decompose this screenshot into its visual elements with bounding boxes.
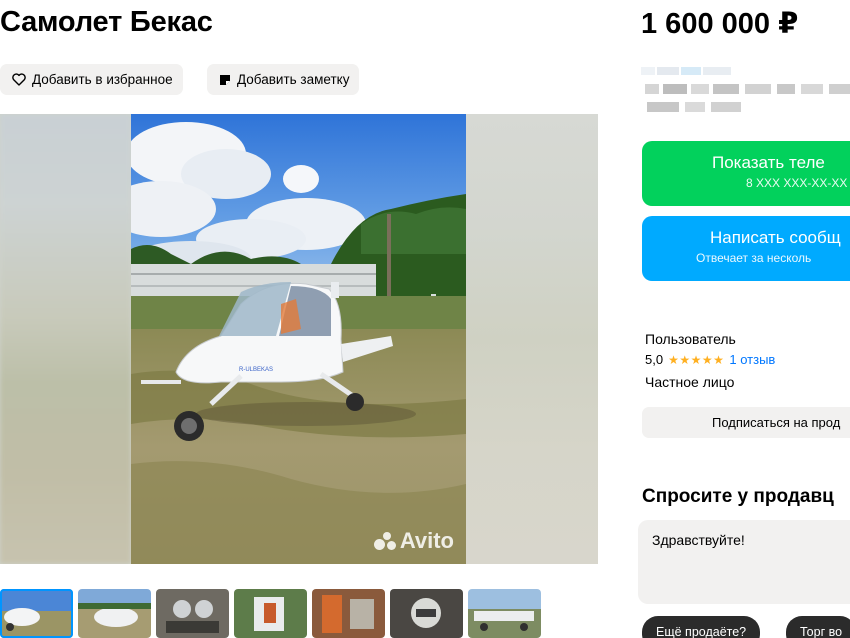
quick-reply-still-selling[interactable]: Ещё продаёте? (642, 616, 761, 638)
show-phone-label: Показать теле (712, 153, 825, 172)
rating-value: 5,0 (645, 352, 664, 367)
gallery-blur-right (466, 114, 598, 564)
listing-price: 1 600 000 ₽ (641, 8, 799, 40)
response-time-text: Отвечает за несколь (696, 251, 812, 265)
thumbnail-1[interactable] (0, 589, 73, 638)
ask-seller-heading: Спросите у продавц (642, 486, 834, 507)
subscribe-button[interactable]: Подписаться на прод (642, 407, 850, 438)
avito-watermark: Avito (373, 528, 454, 554)
avito-logo-icon (373, 531, 396, 551)
seller-name[interactable]: Пользователь (645, 331, 736, 347)
listing-title: Самолет Бекас (0, 6, 213, 38)
heart-icon (12, 73, 26, 86)
add-to-favorites-button[interactable]: Добавить в избранное (0, 64, 183, 95)
thumbnail-6[interactable] (390, 589, 463, 638)
avito-watermark-text: Avito (399, 528, 454, 553)
add-to-favorites-label: Добавить в избранное (32, 72, 173, 87)
message-input[interactable]: Здравствуйте! (638, 520, 850, 604)
seller-rating: 5,0 ★★★★★ 1 отзыв (645, 352, 775, 367)
write-message-label: Написать сообщ (710, 228, 841, 247)
thumbnail-7[interactable] (468, 589, 541, 638)
redacted-address (641, 64, 850, 120)
thumbnail-strip (0, 589, 541, 638)
thumbnail-4[interactable] (234, 589, 307, 638)
note-icon (219, 74, 231, 86)
rating-stars-icon: ★★★★★ (668, 352, 725, 367)
quick-reply-bargain[interactable]: Торг во (786, 616, 850, 638)
show-phone-button[interactable]: Показать теле 8 XXX XXX-XX-XX (642, 141, 850, 206)
gallery-blur-left (0, 114, 131, 564)
reviews-link[interactable]: 1 отзыв (729, 352, 775, 367)
thumbnail-2[interactable] (78, 589, 151, 638)
add-note-button[interactable]: Добавить заметку (207, 64, 360, 95)
thumbnail-3[interactable] (156, 589, 229, 638)
add-note-label: Добавить заметку (237, 72, 350, 87)
seller-type: Частное лицо (645, 374, 735, 390)
write-message-button[interactable]: Написать сообщ Отвечает за несколь (642, 216, 850, 281)
phone-mask: 8 XXX XXX-XX-XX (746, 176, 848, 190)
svg-text:R-ULBEKAS: R-ULBEKAS (239, 367, 273, 373)
thumbnail-5[interactable] (312, 589, 385, 638)
photo-gallery[interactable]: R-ULBEKAS Avito (0, 114, 598, 564)
main-photo[interactable]: R-ULBEKAS Avito (131, 114, 466, 564)
